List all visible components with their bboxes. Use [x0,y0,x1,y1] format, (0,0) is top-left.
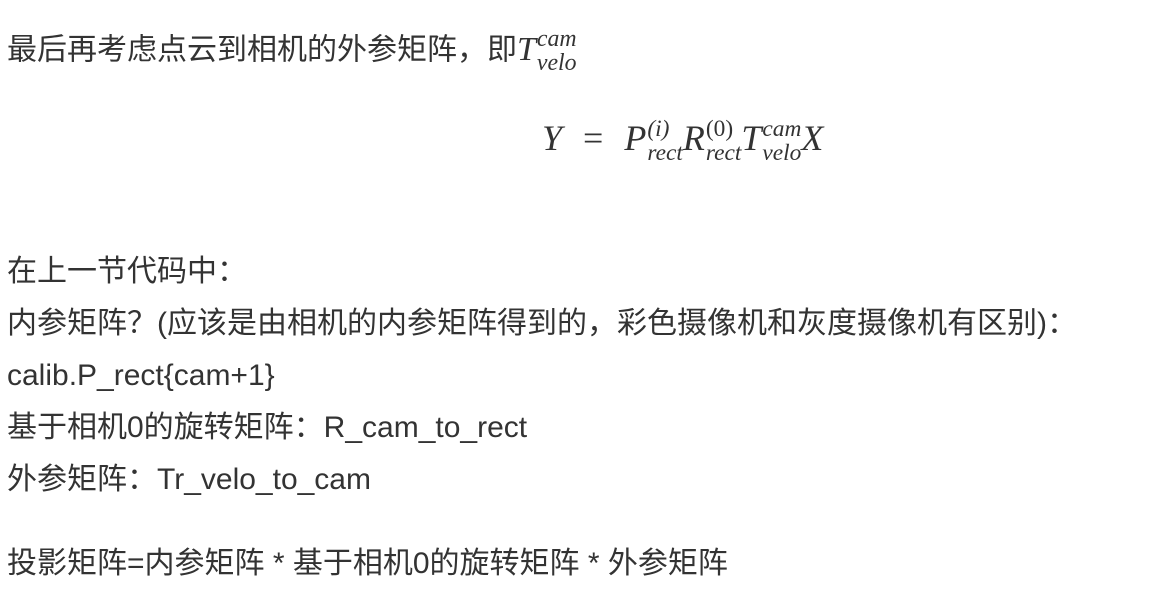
eq-p-sup: (i) [647,116,670,143]
display-equation: Y = P (i) rect R (0) rect Tcam velo X [542,108,823,168]
eq-x-var: X [801,118,824,158]
eq-t-sub: velo [762,139,802,166]
math-base: T [517,30,536,68]
eq-p-base: P [624,118,647,158]
intrinsic-code-line: calib.P_rect{cam+1} [7,359,275,392]
eq-r-sup: (0) [705,116,734,143]
eq-r-base: R [682,118,705,158]
intro-text: 最后再考虑点云到相机的外参矩阵，即 [7,33,517,67]
eq-r-sub: rect [705,139,742,166]
inline-math-t-velo-cam: Tcam velo [517,26,577,74]
extrinsic-matrix-line: 外参矩阵：Tr_velo_to_cam [7,463,371,496]
intrinsic-matrix-line: 内参矩阵？(应该是由相机的内参矩阵得到的，彩色摄像机和灰度摄像机有区别)： [7,307,1077,340]
eq-p-sub: rect [647,139,683,166]
rotation-matrix-line: 基于相机0的旋转矩阵：R_cam_to_rect [7,411,528,444]
section-intro-line: 在上一节代码中： [7,255,247,288]
math-sup: cam [536,26,577,52]
projection-matrix-line: 投影矩阵=内参矩阵 * 基于相机0的旋转矩阵 * 外参矩阵 [7,547,728,580]
eq-operator: = [583,118,604,158]
eq-t-sup: cam [762,116,802,143]
intro-paragraph: 最后再考虑点云到相机的外参矩阵，即T cam velo [7,26,577,76]
math-sub: velo [536,49,577,76]
eq-lhs: Y [542,118,563,158]
eq-t-base: T [741,118,762,158]
